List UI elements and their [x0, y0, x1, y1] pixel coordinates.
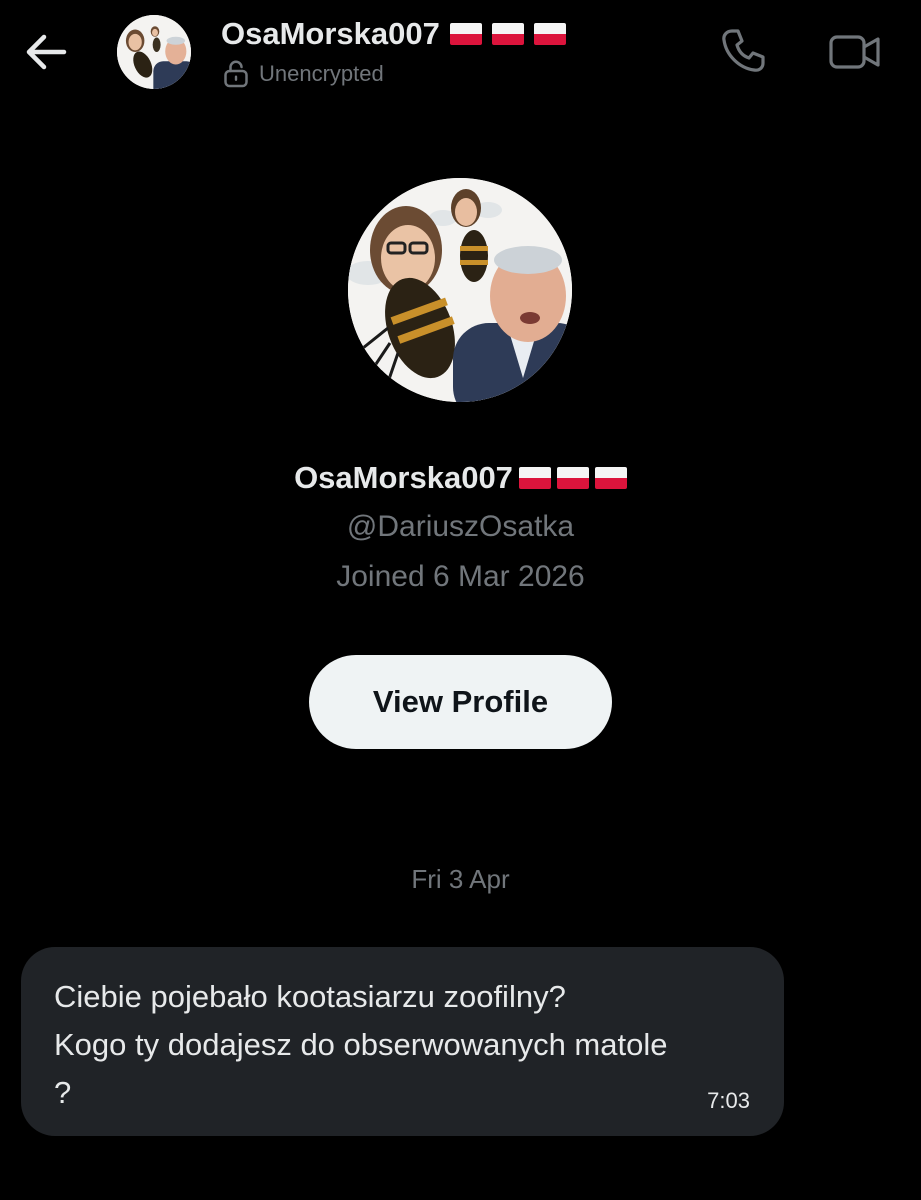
encryption-status: Unencrypted — [223, 60, 384, 88]
profile-joined-date: Joined 6 Mar 2026 — [336, 560, 585, 593]
arrow-left-icon — [26, 34, 67, 70]
poland-flag-icon — [518, 467, 551, 489]
header-display-name[interactable]: OsaMorska007 — [221, 16, 566, 52]
video-camera-icon — [829, 35, 880, 69]
avatar-image — [348, 178, 572, 402]
message-line: Ciebie pojebało kootasiarzu zoofilny? — [54, 979, 566, 1014]
lock-open-icon — [224, 60, 248, 88]
message-bubble[interactable]: Ciebie pojebało kootasiarzu zoofilny? Ko… — [21, 947, 784, 1136]
profile-avatar[interactable] — [348, 178, 572, 402]
poland-flag-icon — [556, 467, 589, 489]
dm-conversation-screen: OsaMorska007 Unencrypted OsaMorska007 @D… — [0, 0, 921, 1200]
call-button[interactable] — [718, 26, 768, 76]
message-line: ? — [54, 1075, 72, 1110]
header-avatar[interactable] — [117, 15, 191, 89]
message-line: Kogo ty dodajesz do obserwowanych matole — [54, 1027, 668, 1062]
header-display-name-text: OsaMorska007 — [221, 16, 440, 51]
avatar-image — [117, 15, 191, 89]
message-text: Ciebie pojebało kootasiarzu zoofilny? Ko… — [54, 973, 764, 1117]
poland-flag-icon — [491, 23, 524, 45]
video-call-button[interactable] — [828, 30, 882, 74]
back-button[interactable] — [22, 28, 70, 76]
profile-display-name: OsaMorska007 — [0, 460, 921, 496]
poland-flag-icon — [533, 23, 566, 45]
view-profile-button[interactable]: View Profile — [309, 655, 612, 749]
profile-handle: @DariuszOsatka — [346, 510, 575, 543]
date-separator: Fri 3 Apr — [411, 864, 510, 894]
poland-flag-icon — [594, 467, 627, 489]
poland-flag-icon — [449, 23, 482, 45]
encryption-status-text: Unencrypted — [259, 61, 384, 86]
message-timestamp: 7:03 — [707, 1088, 750, 1113]
phone-icon — [722, 29, 765, 72]
conversation-header: OsaMorska007 Unencrypted — [0, 0, 921, 110]
profile-display-name-text: OsaMorska007 — [294, 460, 513, 495]
